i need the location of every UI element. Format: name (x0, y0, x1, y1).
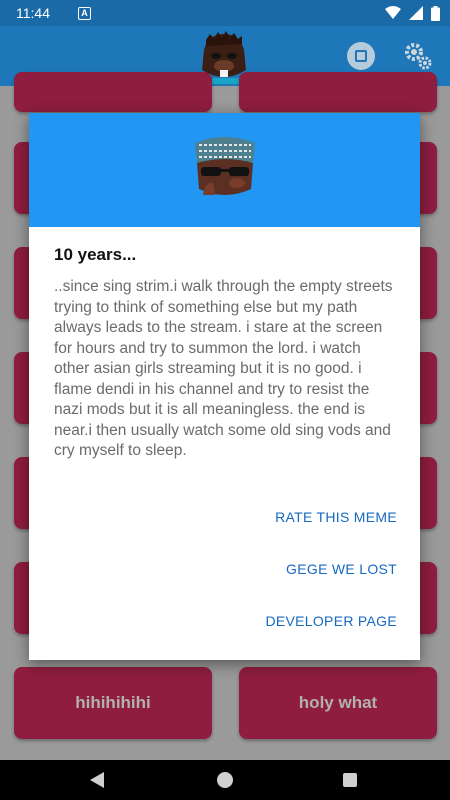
stop-icon (355, 50, 367, 62)
meme-button[interactable] (14, 72, 212, 112)
meme-button[interactable]: hihihihihi (14, 667, 212, 739)
meme-button[interactable] (239, 72, 437, 112)
meme-button[interactable]: holy what (239, 667, 437, 739)
back-icon[interactable] (90, 772, 104, 788)
navigation-bar (0, 760, 450, 800)
rate-meme-button[interactable]: RATE THIS MEME (275, 509, 397, 525)
dialog-message: ..since sing strim.i walk through the em… (54, 278, 393, 459)
meme-dialog: 10 years... ..since sing strim.i walk th… (29, 113, 420, 660)
gege-we-lost-button[interactable]: GEGE WE LOST (286, 561, 397, 577)
notification-icon: A (78, 6, 91, 20)
sunglasses-beaver-icon (195, 137, 255, 195)
battery-icon (431, 5, 440, 21)
dialog-title: 10 years... (54, 245, 137, 264)
dialog-header (29, 113, 420, 227)
developer-page-button[interactable]: DEVELOPER PAGE (265, 613, 397, 629)
wifi-icon (385, 6, 401, 19)
status-indicators (385, 5, 440, 21)
signal-icon (409, 6, 423, 20)
home-icon[interactable] (217, 772, 233, 788)
recents-icon[interactable] (343, 773, 357, 787)
stop-button[interactable] (347, 42, 375, 70)
status-bar: 11:44 A (0, 0, 450, 26)
status-time: 11:44 (16, 5, 50, 21)
gear-icon[interactable] (402, 40, 434, 72)
